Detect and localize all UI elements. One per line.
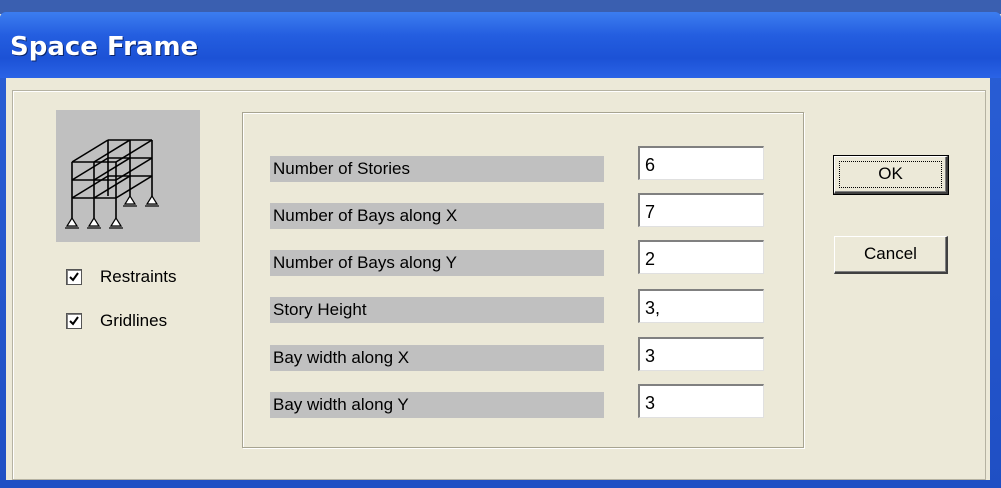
space-frame-dialog: Space Frame Restraints Gridlines Number … bbox=[0, 12, 1001, 488]
story-height-input[interactable] bbox=[638, 289, 764, 323]
restraints-option[interactable]: Restraints bbox=[66, 266, 177, 288]
bay-width-y-label: Bay width along Y bbox=[270, 392, 604, 418]
story-height-label: Story Height bbox=[270, 297, 604, 323]
checkmark-icon bbox=[69, 316, 79, 326]
window-title: Space Frame bbox=[10, 32, 199, 62]
bays-along-y-label: Number of Bays along Y bbox=[270, 250, 604, 276]
gridlines-option[interactable]: Gridlines bbox=[66, 310, 167, 332]
bays-along-y-input[interactable] bbox=[638, 240, 764, 274]
bay-width-x-input[interactable] bbox=[638, 337, 764, 371]
checkmark-icon bbox=[69, 272, 79, 282]
number-of-stories-label: Number of Stories bbox=[270, 156, 604, 182]
restraints-checkbox[interactable] bbox=[66, 269, 82, 285]
bay-width-y-input[interactable] bbox=[638, 384, 764, 418]
dialog-body: Restraints Gridlines Number of Stories N… bbox=[6, 78, 990, 480]
ok-button[interactable]: OK bbox=[833, 155, 949, 195]
space-frame-preview-icon bbox=[56, 110, 200, 242]
cancel-button-label: Cancel bbox=[864, 244, 917, 263]
gridlines-checkbox[interactable] bbox=[66, 313, 82, 329]
cancel-button[interactable]: Cancel bbox=[834, 236, 948, 274]
ok-button-label: OK bbox=[878, 164, 903, 183]
number-of-stories-input[interactable] bbox=[638, 146, 764, 180]
restraints-label: Restraints bbox=[100, 267, 177, 286]
gridlines-label: Gridlines bbox=[100, 311, 168, 330]
bays-along-x-label: Number of Bays along X bbox=[270, 203, 604, 229]
title-bar[interactable]: Space Frame bbox=[0, 12, 1001, 78]
bays-along-x-input[interactable] bbox=[638, 193, 764, 227]
bay-width-x-label: Bay width along X bbox=[270, 345, 604, 371]
